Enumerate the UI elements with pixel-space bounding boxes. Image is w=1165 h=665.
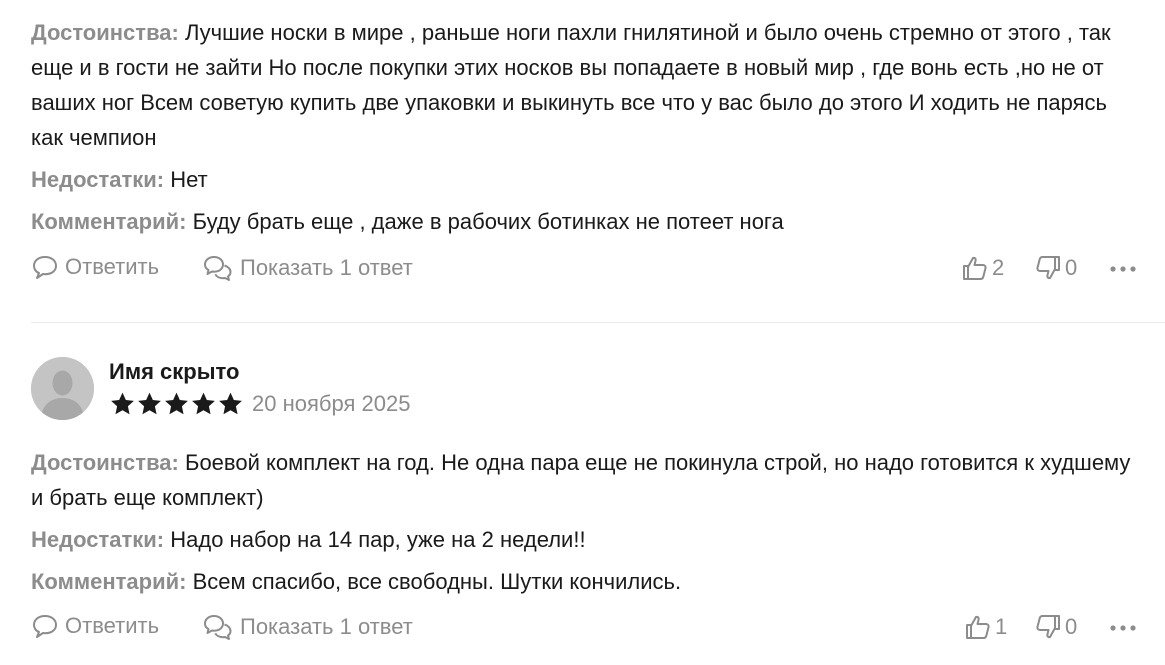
star-icon — [111, 392, 134, 415]
more-options-button[interactable] — [1110, 254, 1136, 284]
comment-text: Буду брать еще , даже в рабочих ботинках… — [192, 209, 784, 234]
likes-count: 2 — [992, 255, 1005, 280]
review-date: 20 ноября 2025 — [252, 391, 411, 416]
like-button[interactable]: 1 — [964, 613, 1007, 641]
cons-text: Надо набор на 14 пар, уже на 2 недели!! — [170, 527, 586, 552]
show-replies-button[interactable]: Показать 1 ответ — [202, 613, 413, 641]
reply-button[interactable]: Ответить — [31, 613, 159, 639]
more-options-button[interactable] — [1110, 613, 1136, 643]
pros: Достоинства: Лучшие носки в мире , раньш… — [31, 15, 1131, 155]
likes-count: 1 — [995, 614, 1008, 639]
cons-label: Недостатки: — [31, 167, 165, 192]
reply-label: Ответить — [65, 613, 160, 638]
review-2: Достоинства: Боевой комплект на год. Не … — [31, 445, 1165, 599]
thumbs-up-icon — [966, 615, 990, 639]
show-replies-button[interactable]: Показать 1 ответ — [202, 254, 413, 282]
review-1-actions: Ответить Показать 1 ответ 2 0 — [31, 254, 1136, 284]
thumbs-down-icon — [1036, 256, 1060, 280]
reply-button[interactable]: Ответить — [31, 254, 159, 280]
comment: Комментарий: Буду брать еще , даже в раб… — [31, 204, 1131, 239]
avatar — [31, 357, 94, 420]
thumbs-up-icon — [963, 256, 987, 280]
review-2-actions: Ответить Показать 1 ответ 1 0 — [31, 613, 1136, 643]
thumbs-down-icon — [1036, 615, 1060, 639]
speech-bubble-icon — [33, 615, 57, 638]
user-silhouette-icon — [31, 357, 94, 420]
comment-label: Комментарий: — [31, 569, 187, 594]
pros: Достоинства: Боевой комплект на год. Не … — [31, 445, 1131, 515]
dislike-button[interactable]: 0 — [1034, 254, 1077, 282]
star-icon — [192, 392, 215, 415]
star-icon — [138, 392, 161, 415]
pros-text: Лучшие носки в мире , раньше ноги пахли … — [31, 20, 1111, 150]
dislikes-count: 0 — [1065, 614, 1078, 639]
pros-text: Боевой комплект на год. Не одна пара еще… — [31, 450, 1131, 510]
more-dots-icon — [1110, 266, 1136, 272]
review-2-author: Имя скрыто 20 ноября 2025 — [31, 357, 531, 421]
show-replies-label: Показать 1 ответ — [240, 255, 413, 280]
comment-text: Всем спасибо, все свободны. Шутки кончил… — [192, 569, 682, 594]
like-button[interactable]: 2 — [961, 254, 1004, 282]
dislike-button[interactable]: 0 — [1034, 613, 1077, 641]
replies-icon — [204, 256, 232, 281]
more-dots-icon — [1110, 625, 1136, 631]
comment: Комментарий: Всем спасибо, все свободны.… — [31, 564, 1131, 599]
review-1: Достоинства: Лучшие носки в мире , раньш… — [31, 15, 1165, 239]
star-rating — [109, 391, 244, 417]
star-icon — [165, 392, 188, 415]
cons-text: Нет — [170, 167, 208, 192]
reply-label: Ответить — [65, 254, 160, 279]
rating: 20 ноября 2025 — [109, 391, 410, 417]
dislikes-count: 0 — [1065, 255, 1078, 280]
star-icon — [219, 392, 242, 415]
review-divider — [31, 322, 1165, 323]
cons-label: Недостатки: — [31, 527, 165, 552]
comment-label: Комментарий: — [31, 209, 187, 234]
pros-label: Достоинства: — [31, 20, 179, 45]
show-replies-label: Показать 1 ответ — [240, 614, 413, 639]
replies-icon — [204, 615, 232, 640]
author-name: Имя скрыто — [109, 359, 240, 384]
cons: Недостатки: Нет — [31, 162, 1131, 197]
cons: Недостатки: Надо набор на 14 пар, уже на… — [31, 522, 1131, 557]
speech-bubble-icon — [33, 256, 57, 279]
pros-label: Достоинства: — [31, 450, 179, 475]
